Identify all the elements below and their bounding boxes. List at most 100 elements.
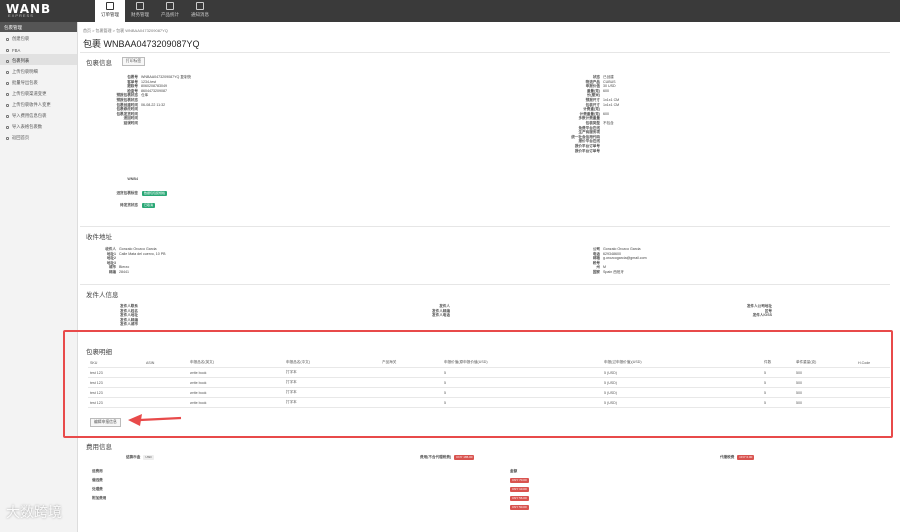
fee-amounts: 金额 CNY 70.00 CNY 10.00 CNY 56.00 CNY 50.00 bbox=[510, 469, 529, 514]
tag-row-2: 待发货状态 已取消 bbox=[120, 203, 156, 208]
kv-value: 600 bbox=[603, 111, 609, 116]
nav-icon bbox=[136, 2, 144, 10]
sidebar-item-label: FBA bbox=[12, 47, 21, 53]
amount-badge: CNY 10.00 bbox=[510, 487, 529, 492]
sidebar-item[interactable]: 上传包裹收件人变更 bbox=[0, 98, 77, 109]
logo-subtitle: EXPRESS bbox=[8, 13, 34, 18]
kv-value: 1x1x1 CM bbox=[603, 102, 620, 107]
menu-item-icon bbox=[6, 92, 9, 96]
parcel-info-heading: 包裹信息 bbox=[86, 60, 112, 67]
kv-row: 延误时间 bbox=[80, 121, 191, 126]
kv-value: 仓库 bbox=[141, 93, 149, 98]
tab-0[interactable]: 订单管理 bbox=[95, 0, 125, 22]
menu-item-icon bbox=[6, 59, 9, 63]
tag-row-1: 进货包裹标签 数据包包装规格 bbox=[116, 191, 168, 196]
sidebar-item-label: 创建包裹 bbox=[12, 36, 30, 41]
sidebar-item[interactable]: 批量导出包裹 bbox=[0, 76, 77, 87]
kv-value: Calle Mata del cuervo, 10 PB bbox=[119, 251, 166, 256]
kv-value: 已创建 bbox=[603, 75, 614, 79]
kv-row: 报价平台订单号 bbox=[540, 149, 619, 154]
kv-value: M bbox=[603, 265, 606, 270]
kv-key: 国家 bbox=[592, 269, 600, 274]
fees-heading: 费用信息 bbox=[86, 444, 112, 451]
menu-item-icon bbox=[6, 48, 9, 52]
sidebar-item-label: 返回首页 bbox=[12, 135, 30, 140]
tab-label: 产品统计 bbox=[161, 12, 179, 17]
fee-label: 运费用 bbox=[92, 469, 103, 473]
amount-badge: CNY 56.00 bbox=[510, 496, 529, 501]
fee-amount-header: 金额 bbox=[510, 469, 529, 478]
sidebar-title: 包裹管理 bbox=[0, 22, 77, 32]
sidebar-item-label: 上传包裹明细 bbox=[12, 69, 38, 74]
kv-row: 发件人IOSS bbox=[720, 313, 772, 318]
page-title: 包裹 WNBAA0473209087YQ bbox=[83, 39, 200, 49]
parcel-info-panel: 包裹信息 打印标签 包裹号 WNBAA0473209087YQ 复制快 客单号 123… bbox=[80, 52, 890, 234]
kv-row: 国家 Spain 西班牙 bbox=[550, 270, 647, 275]
nav-icon bbox=[166, 2, 174, 10]
fee-amount: CNY 50.00 bbox=[510, 505, 529, 514]
fee-amount: CNY 10.00 bbox=[510, 487, 529, 496]
menu-item-icon bbox=[6, 136, 9, 140]
print-label-button[interactable]: 打印标签 bbox=[122, 57, 146, 66]
kv-value: WNBAA0473209087YQ 复制快 bbox=[141, 75, 192, 79]
sidebar-item[interactable]: 包裹列表 bbox=[0, 54, 77, 65]
status-badge: 数据包包装规格 bbox=[142, 191, 168, 196]
sender-panel: 发件人信息 发件人联系 发件人姓名 发件人地址 发件人邮编 发件人城市 发件人 发件人邮编… bbox=[80, 284, 890, 330]
fee-item: 附加费用 bbox=[92, 496, 106, 505]
sidebar-item-label: 上传包裹收件人变更 bbox=[12, 102, 51, 107]
recipient-heading: 收件地址 bbox=[86, 234, 112, 241]
kv-value: Gonzalo Orozco Garcia bbox=[603, 247, 641, 251]
amount-badge: CNY 50.00 bbox=[510, 505, 529, 510]
kv-value: Gonzalo Orozco Garcia bbox=[119, 247, 157, 251]
sidebar-item-label: 包裹列表 bbox=[12, 58, 30, 63]
sidebar-item-label: 批量导出包裹 bbox=[12, 80, 38, 85]
sidebar-item[interactable]: 上传包裹明细 bbox=[0, 65, 77, 76]
nav-icon bbox=[106, 2, 114, 10]
breadcrumb[interactable]: 首页 > 包裹管理 > 包裹 WNBAA0473209087YQ bbox=[83, 28, 168, 34]
kv-value: 1234-test bbox=[141, 79, 156, 84]
fee-currency: 结算币金 USD bbox=[126, 455, 154, 460]
parcel-info-right: 状态 已创建 物流产品 CUBUS 申报价值 30 USD 重量(克) 600 长(厘米) 预报尺… bbox=[540, 75, 619, 153]
kv-key: 发件人城市 bbox=[120, 322, 138, 327]
tab-label: 订单管理 bbox=[101, 12, 119, 17]
tab-1[interactable]: 财务管理 bbox=[125, 0, 155, 22]
sidebar: 包裹管理 创建包裹 FBA 包裹列表上传包裹明细 批量导出包裹上传包裹渠道变更上传包裹… bbox=[0, 22, 78, 532]
tab-label: 通知消息 bbox=[191, 12, 209, 17]
sidebar-item[interactable]: 返回首页 bbox=[0, 131, 77, 142]
kv-row: 发件人城市 bbox=[80, 322, 138, 327]
fees-panel: 费用信息 结算币金 USD 费用(不含代理税费) CNY 186.00 代缴税费 CN… bbox=[80, 436, 890, 532]
sender-col-3: 发件人公司地址 区号 发件人IOSS bbox=[720, 304, 772, 318]
fee-label: 附加费用 bbox=[92, 496, 107, 500]
menu-item-icon bbox=[6, 81, 9, 85]
top-bar: WANB EXPRESS 订单管理 财务管理 产品统计 通知消息 bbox=[0, 0, 900, 22]
sidebar-item[interactable]: 导入表格包裹数 bbox=[0, 120, 77, 131]
menu-item-icon bbox=[6, 37, 9, 41]
fee-item: 运费用 bbox=[92, 469, 106, 478]
fee-label: 处理费 bbox=[92, 487, 103, 491]
kv-value: Spain 西班牙 bbox=[603, 269, 624, 274]
fee-amount: CNY 56.00 bbox=[510, 496, 529, 505]
sender-col-2: 发件人 发件人邮编 发件人电话 bbox=[410, 304, 450, 318]
sidebar-item[interactable]: 创建包裹 bbox=[0, 32, 77, 43]
wnb-label: WNB4 bbox=[127, 177, 138, 181]
sidebar-item-label: 导入表格包裹数 bbox=[12, 124, 43, 129]
tab-2[interactable]: 产品统计 bbox=[155, 0, 185, 22]
parcel-info-left: 包裹号 WNBAA0473209087YQ 复制快 客单号 1234-test 跟踪号 8… bbox=[80, 75, 191, 126]
sidebar-item[interactable]: 导入费用信息包裹 bbox=[0, 109, 77, 120]
top-nav: 订单管理 财务管理 产品统计 通知消息 bbox=[95, 0, 215, 22]
sender-heading: 发件人信息 bbox=[86, 292, 119, 299]
fee-label: 偏远费 bbox=[92, 478, 103, 482]
sidebar-item-label: 导入费用信息包裹 bbox=[12, 113, 47, 118]
sidebar-item[interactable]: FBA bbox=[0, 43, 77, 54]
fee-total: 费用(不含代理税费) CNY 186.00 bbox=[420, 455, 475, 460]
kv-key: 邮编 bbox=[108, 269, 116, 274]
kv-value: 不包含 bbox=[603, 120, 614, 125]
kv-key: 报价平台订单号 bbox=[574, 148, 600, 153]
tab-3[interactable]: 通知消息 bbox=[185, 0, 215, 22]
recipient-panel: 收件地址 收件人 Gonzalo Orozco Garcia 地址1 Calle Ma… bbox=[80, 226, 890, 284]
kv-value: 629348600 bbox=[603, 251, 621, 256]
sidebar-item[interactable]: 上传包裹渠道变更 bbox=[0, 87, 77, 98]
watermark: 大数跨境 bbox=[6, 505, 62, 521]
main-content: 首页 > 包裹管理 > 包裹 WNBAA0473209087YQ 包裹 WNBA… bbox=[80, 22, 900, 532]
arrow-annotation-icon bbox=[128, 414, 182, 426]
